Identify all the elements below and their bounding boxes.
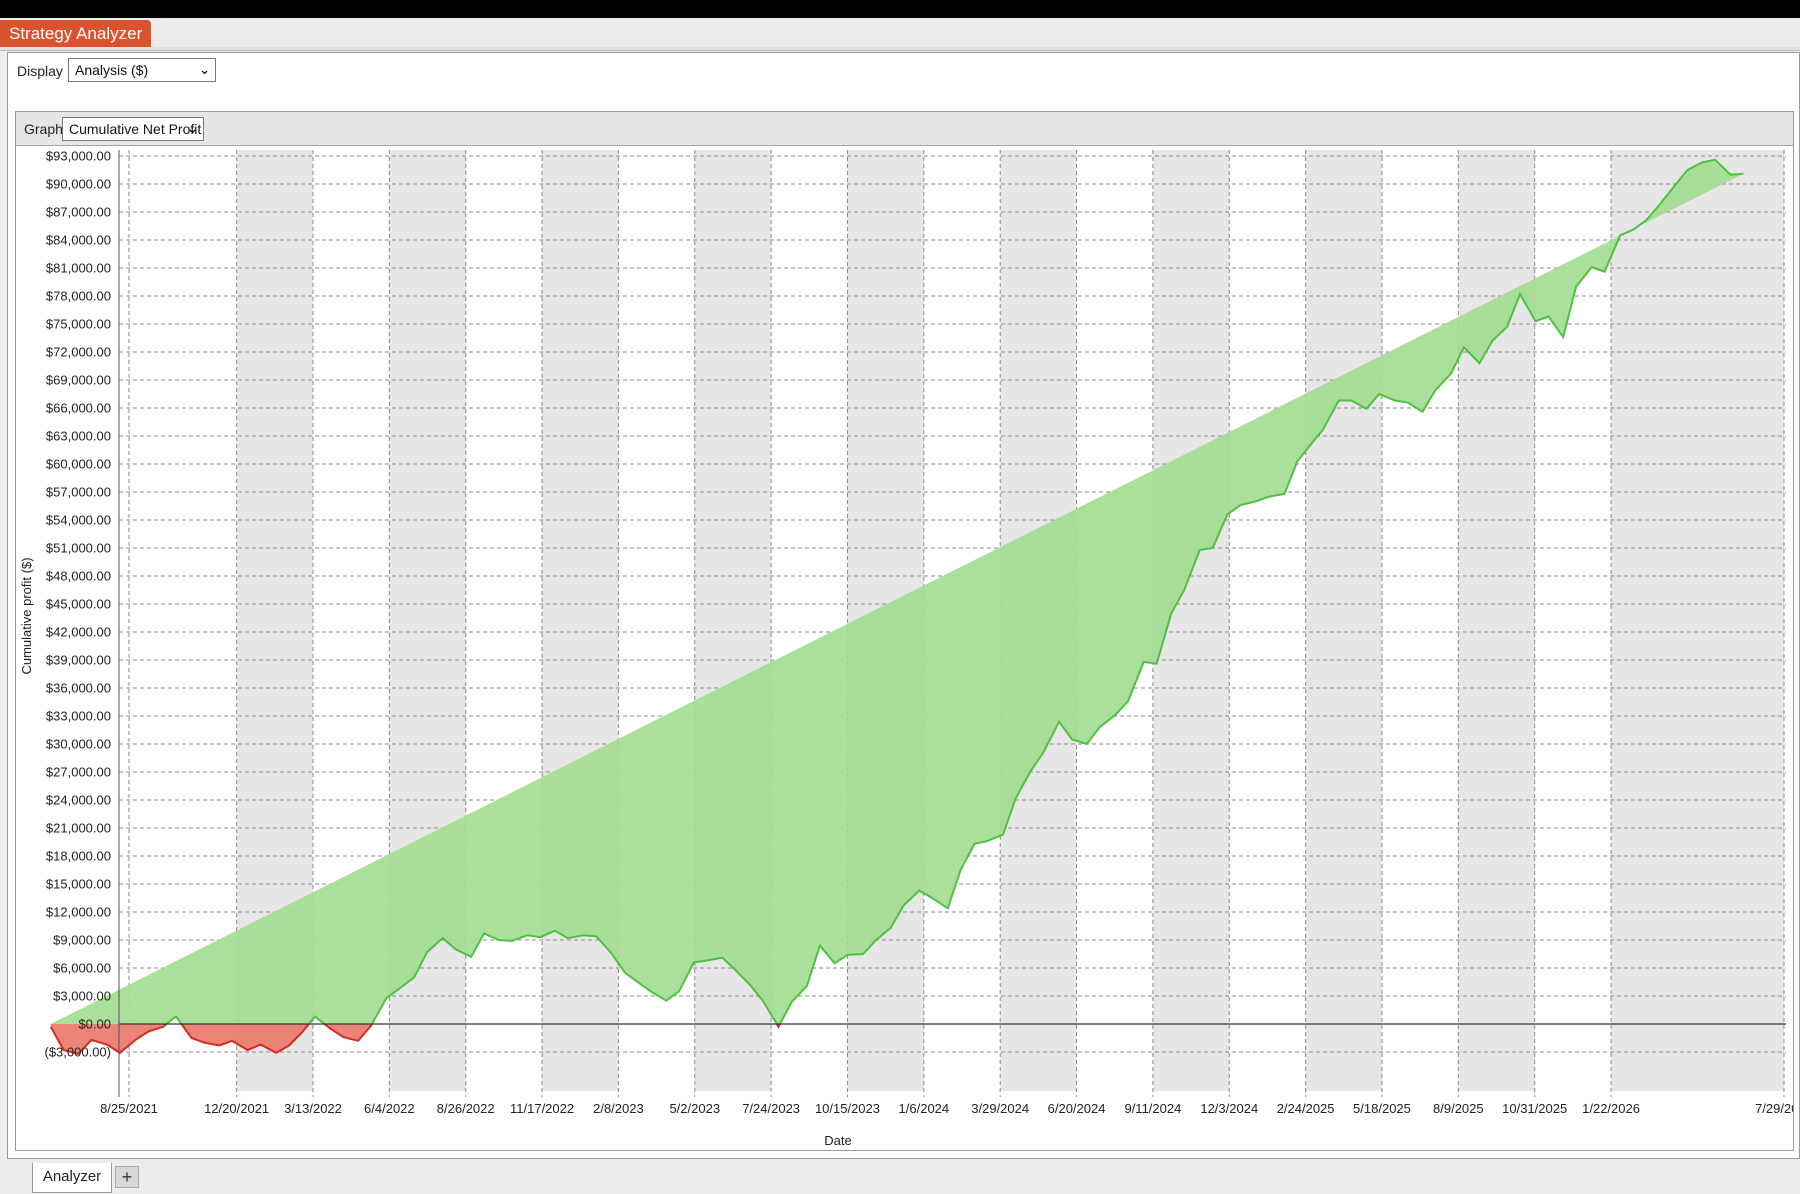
x-tick-label: 12/3/2024 bbox=[1200, 1101, 1258, 1116]
y-tick-label: $39,000.00 bbox=[46, 653, 111, 668]
x-tick-label: 8/9/2025 bbox=[1433, 1101, 1484, 1116]
y-tick-label: $42,000.00 bbox=[46, 625, 111, 640]
add-tab-button[interactable]: + bbox=[115, 1166, 139, 1188]
y-tick-label: ($3,000.00) bbox=[45, 1045, 112, 1060]
x-tick-label: 8/26/2022 bbox=[437, 1101, 495, 1116]
display-label: Display bbox=[17, 63, 63, 79]
y-axis-ticks: $93,000.00 $90,000.00 $87,000.00 $84,000.00… bbox=[45, 149, 112, 1060]
x-tick-label: 8/25/2021 bbox=[100, 1101, 158, 1116]
y-tick-label: $63,000.00 bbox=[46, 429, 111, 444]
x-tick-label: 5/2/2023 bbox=[669, 1101, 720, 1116]
y-tick-label: $48,000.00 bbox=[46, 569, 111, 584]
bottom-tab-bar bbox=[0, 1159, 1800, 1194]
y-tick-label: $15,000.00 bbox=[46, 877, 111, 892]
y-tick-label: $51,000.00 bbox=[46, 541, 111, 556]
y-tick-label: $18,000.00 bbox=[46, 849, 111, 864]
y-tick-label: $93,000.00 bbox=[46, 149, 111, 164]
tab-analyzer[interactable]: Analyzer bbox=[32, 1163, 112, 1193]
x-tick-label: 11/17/2022 bbox=[510, 1101, 574, 1116]
window-title-tab[interactable]: Strategy Analyzer bbox=[0, 20, 152, 48]
x-tick-label: 7/29/2026 bbox=[1755, 1101, 1793, 1116]
grid-band bbox=[542, 150, 619, 1091]
y-tick-label: $36,000.00 bbox=[46, 681, 111, 696]
x-axis-ticks: 8/25/2021 12/20/2021 3/13/2022 6/4/2022 8/26… bbox=[100, 1101, 1793, 1116]
analyzer-panel: Display Analysis ($) ⌄ Graph Cumulative … bbox=[7, 52, 1800, 1159]
x-tick-label: 12/20/2021 bbox=[204, 1101, 269, 1116]
display-select[interactable]: Analysis ($) ⌄ bbox=[68, 58, 216, 82]
x-tick-label: 6/20/2024 bbox=[1048, 1101, 1106, 1116]
graph-label: Graph bbox=[24, 121, 63, 137]
graph-select[interactable]: Cumulative Net Profit ⌄ bbox=[62, 117, 204, 141]
y-tick-label: $45,000.00 bbox=[46, 597, 111, 612]
y-tick-label: $30,000.00 bbox=[46, 737, 111, 752]
y-tick-label: $54,000.00 bbox=[46, 513, 111, 528]
title-divider bbox=[0, 47, 1800, 51]
y-tick-label: $90,000.00 bbox=[46, 177, 111, 192]
y-tick-label: $0.00 bbox=[78, 1017, 111, 1032]
y-tick-label: $6,000.00 bbox=[53, 961, 111, 976]
y-tick-label: $21,000.00 bbox=[46, 821, 111, 836]
x-tick-label: 10/31/2025 bbox=[1502, 1101, 1567, 1116]
y-axis-label: Cumulative profit ($) bbox=[19, 557, 34, 674]
y-tick-label: $81,000.00 bbox=[46, 261, 111, 276]
x-tick-label: 2/8/2023 bbox=[593, 1101, 644, 1116]
y-tick-label: $66,000.00 bbox=[46, 401, 111, 416]
y-tick-label: $12,000.00 bbox=[46, 905, 111, 920]
y-tick-label: $75,000.00 bbox=[46, 317, 111, 332]
graph-header: Graph Cumulative Net Profit ⌄ bbox=[16, 112, 1793, 146]
x-tick-label: 2/24/2025 bbox=[1277, 1101, 1335, 1116]
y-tick-label: $33,000.00 bbox=[46, 709, 111, 724]
x-tick-label: 9/11/2024 bbox=[1124, 1101, 1181, 1116]
x-tick-label: 1/22/2026 bbox=[1582, 1101, 1640, 1116]
y-tick-label: $72,000.00 bbox=[46, 345, 111, 360]
y-tick-label: $69,000.00 bbox=[46, 373, 111, 388]
grid-band bbox=[1611, 150, 1784, 1091]
x-tick-label: 7/24/2023 bbox=[742, 1101, 800, 1116]
x-tick-label: 5/18/2025 bbox=[1353, 1101, 1411, 1116]
x-tick-label: 6/4/2022 bbox=[364, 1101, 415, 1116]
x-tick-label: 1/6/2024 bbox=[899, 1101, 950, 1116]
chevron-down-icon: ⌄ bbox=[199, 62, 210, 77]
y-tick-label: $24,000.00 bbox=[46, 793, 111, 808]
y-tick-label: $3,000.00 bbox=[53, 989, 111, 1004]
x-tick-label: 3/13/2022 bbox=[284, 1101, 342, 1116]
display-select-value: Analysis ($) bbox=[75, 62, 149, 78]
graph-select-value: Cumulative Net Profit bbox=[69, 121, 202, 137]
graph-container: Graph Cumulative Net Profit ⌄ $93,000.00… bbox=[15, 111, 1794, 1151]
chevron-down-icon: ⌄ bbox=[187, 121, 198, 136]
x-tick-label: 3/29/2024 bbox=[971, 1101, 1029, 1116]
x-axis-label: Date bbox=[824, 1133, 851, 1148]
y-tick-label: $78,000.00 bbox=[46, 289, 111, 304]
strategy-analyzer-window: Strategy Analyzer Display Analysis ($) ⌄… bbox=[0, 18, 1800, 1194]
y-tick-label: $60,000.00 bbox=[46, 457, 111, 472]
y-tick-label: $84,000.00 bbox=[46, 233, 111, 248]
x-tick-label: 10/15/2023 bbox=[815, 1101, 880, 1116]
cumulative-profit-chart: $93,000.00 $90,000.00 $87,000.00 $84,000.00… bbox=[19, 149, 1793, 1149]
y-tick-label: $87,000.00 bbox=[46, 205, 111, 220]
y-tick-label: $57,000.00 bbox=[46, 485, 111, 500]
y-tick-label: $27,000.00 bbox=[46, 765, 111, 780]
y-tick-label: $9,000.00 bbox=[53, 933, 111, 948]
grid-band bbox=[1305, 150, 1382, 1091]
